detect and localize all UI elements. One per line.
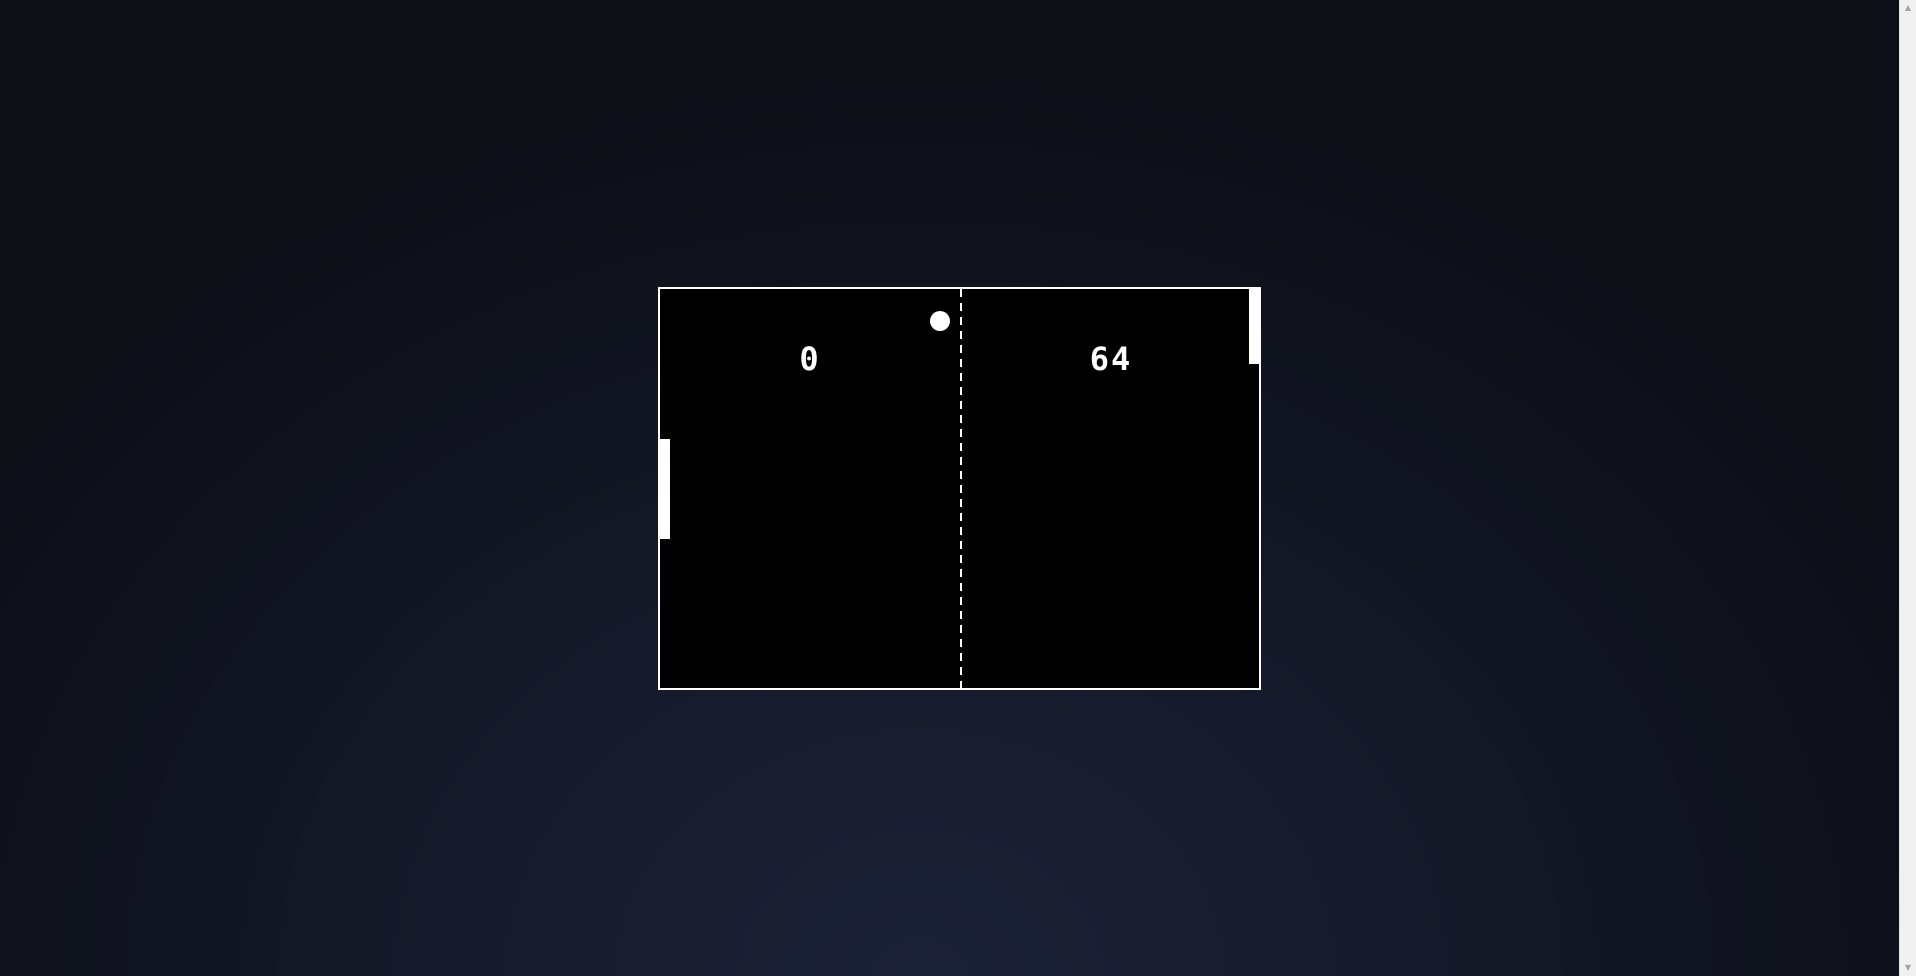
scroll-up-arrow-icon[interactable]: ▲ <box>1900 0 1916 16</box>
right-paddle <box>1249 289 1259 364</box>
center-net <box>960 289 962 688</box>
scroll-down-arrow-icon[interactable]: ▼ <box>1900 960 1916 976</box>
pong-court[interactable]: 0 64 <box>658 287 1261 690</box>
right-score: 64 <box>1089 340 1133 378</box>
vertical-scrollbar[interactable]: ▲ ▼ <box>1899 0 1916 976</box>
ball <box>930 311 950 331</box>
left-score: 0 <box>799 340 821 378</box>
left-paddle[interactable] <box>660 439 670 539</box>
